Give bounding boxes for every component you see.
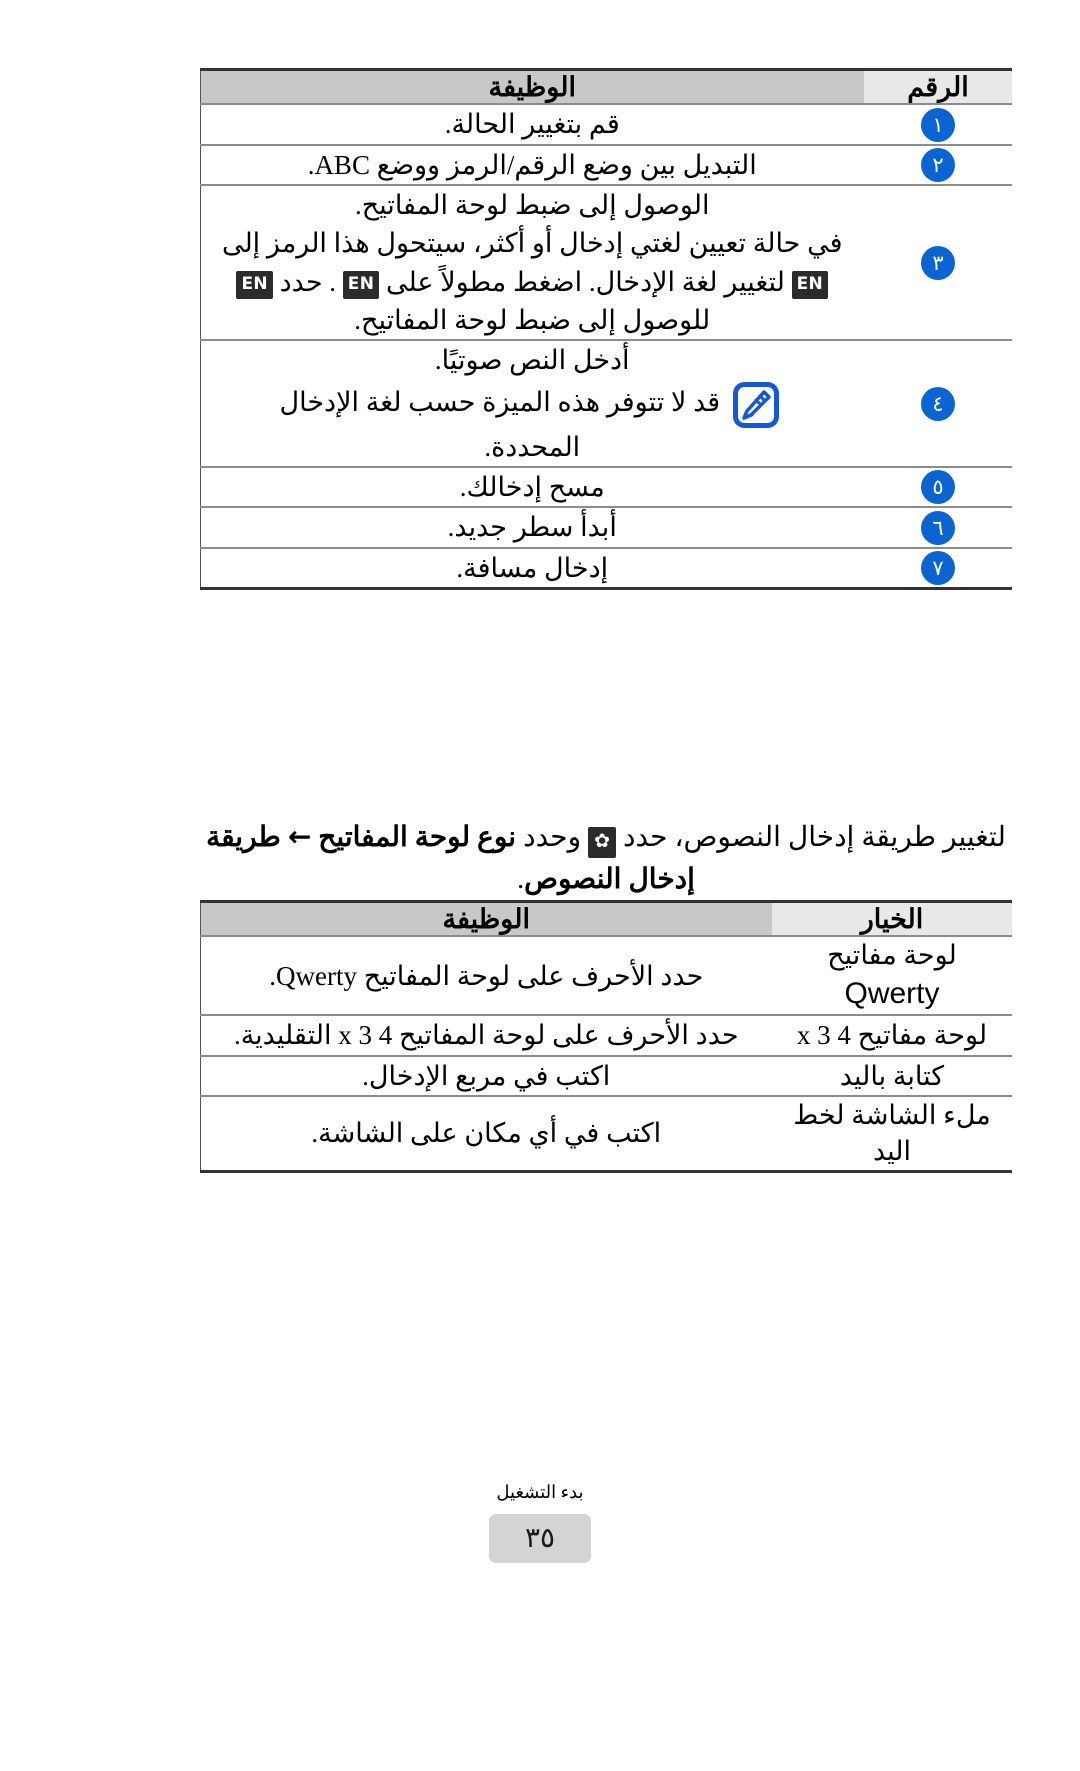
option-label-line-1: لوحة مفاتيح [827,940,957,971]
page-number: ٣٥ [489,1513,591,1563]
number-badge-2: ٢ [921,147,955,182]
number-badge-7: ٧ [921,550,955,585]
table-row: ٦ أبدأ سطر جديد. [199,507,1012,549]
row-function-cell: إدخال مسافة. [199,547,864,590]
keyboard-type-options-table: الخيار الوظيفة لوحة مفاتيح Qwerty حدد ال… [199,900,1012,1173]
row-number-cell: ٣ [864,185,1012,342]
option-cell: كتابة باليد [772,1055,1012,1097]
option-function-cell: حدد الأحرف على لوحة المفاتيح Qwerty. [199,936,772,1017]
instruction-bold-keyboard-type: نوع لوحة المفاتيح [318,822,517,853]
number-badge-4: ٤ [921,386,955,421]
table-row: لوحة مفاتيح Qwerty حدد الأحرف على لوحة ا… [199,936,1012,1017]
row-number-cell: ٦ [864,507,1012,549]
row-number-cell: ٧ [864,547,1012,590]
table-row: ١ قم بتغيير الحالة. [199,104,1012,146]
number-badge-6: ٦ [921,510,955,545]
option-label-line-1: ملء الشاشة لخط [793,1099,991,1130]
option-cell: لوحة مفاتيح Qwerty [772,936,1012,1017]
row-function-cell: التبديل بين وضع الرقم/الرمز ووضع ABC. [199,144,864,187]
en-key-badge-2: EN [342,270,380,299]
row-function-cell: الوصول إلى ضبط لوحة المفاتيح. في حالة تع… [199,185,865,342]
row-function-cell: أدخل النص صوتيًا. قد لا تتوفر هذه الميزة… [199,340,865,469]
row4-line-1: أدخل النص صوتيًا. [434,345,630,376]
en-key-badge-1: EN [236,270,273,299]
row-number-cell: ١ [864,104,1012,146]
row4-note: قد لا تتوفر هذه الميزة حسب لغة الإدخال [201,381,865,428]
page-footer: بدء التشغيل ٣٥ [0,1482,1080,1563]
en-key-badge-3: EN [791,270,829,299]
column-header-option: الخيار [772,900,1012,938]
option-label-line-1: كتابة باليد [839,1060,945,1091]
row3-line-2-text-c: لتغيير لغة الإدخال. اضغط مطولاً على [385,266,785,297]
row4-note-line-2: المحددة. [484,431,581,462]
row4-note-line-1: قد لا تتوفر هذه الميزة حسب لغة الإدخال [279,386,721,417]
table-row: كتابة باليد اكتب في مربع الإدخال. [199,1055,1012,1097]
row3-line-3: EN لتغيير لغة الإدخال. اضغط مطولاً على E… [201,263,865,301]
table-header-row: الرقم الوظيفة [199,68,1012,106]
row3-line-2: في حالة تعيين لغتي إدخال أو أكثر، سيتحول… [201,224,865,262]
row-function-cell: أبدأ سطر جديد. [199,507,864,549]
table-row: ٣ الوصول إلى ضبط لوحة المفاتيح. في حالة … [199,185,1012,342]
number-badge-5: ٥ [921,470,955,505]
table-row: ٧ إدخال مسافة. [199,547,1012,590]
column-header-function: الوظيفة [199,68,864,106]
column-header-function: الوظيفة [199,900,772,938]
table-row: ٥ مسح إدخالك. [199,467,1012,509]
row-number-cell: ٥ [864,467,1012,509]
table-row: ٢ التبديل بين وضع الرقم/الرمز ووضع ABC. [199,144,1012,187]
arrow-icon: ← [287,820,312,853]
table-row: لوحة مفاتيح 4 x 3 حدد الأحرف على لوحة ال… [199,1015,1012,1057]
option-function-cell: اكتب في مربع الإدخال. [199,1055,772,1097]
row-function-cell: قم بتغيير الحالة. [199,104,864,146]
option-label-line-2: اليد [872,1136,912,1167]
option-function-cell: اكتب في أي مكان على الشاشة. [199,1095,772,1173]
text-input-method-instruction: لتغيير طريقة إدخال النصوص، حدد ✿ وحدد نو… [200,816,1012,901]
option-label-line-2: Qwerty [844,976,940,1010]
option-cell: لوحة مفاتيح 4 x 3 [772,1015,1012,1057]
table-row: ٤ أدخل النص صوتيًا. قد لا تتوفر هذه المي… [199,340,1012,469]
option-function-cell: حدد الأحرف على لوحة المفاتيح 4 x 3 التقل… [199,1015,772,1057]
row3-line-2-text-a: في حالة تعيين لغتي إدخال أو أكثر، سيتحول… [221,228,843,259]
row3-line-2-text-b: . حدد [279,266,337,297]
footer-section-title: بدء التشغيل [496,1482,584,1502]
instruction-part-2: وحدد [523,822,582,853]
row-function-cell: مسح إدخالك. [199,467,864,509]
option-label-line-1: لوحة مفاتيح 4 x 3 [796,1020,988,1051]
column-header-number: الرقم [864,68,1012,106]
option-cell: ملء الشاشة لخط اليد [772,1095,1012,1173]
number-badge-3: ٣ [921,245,955,280]
note-pencil-icon [732,381,779,428]
table-header-row: الخيار الوظيفة [199,900,1012,938]
row-number-cell: ٢ [864,144,1012,187]
row3-line-4: للوصول إلى ضبط لوحة المفاتيح. [354,305,711,336]
number-badge-1: ١ [921,107,955,142]
instruction-part-1: لتغيير طريقة إدخال النصوص، حدد [623,822,1006,853]
row-number-cell: ٤ [864,340,1012,469]
row3-line-1: الوصول إلى ضبط لوحة المفاتيح. [354,190,710,221]
table-row: ملء الشاشة لخط اليد اكتب في أي مكان على … [199,1095,1012,1173]
keypad-functions-table: الرقم الوظيفة ١ قم بتغيير الحالة. ٢ التب… [199,68,1012,590]
gear-icon: ✿ [588,827,617,858]
document-page: الرقم الوظيفة ١ قم بتغيير الحالة. ٢ التب… [0,0,1080,1771]
